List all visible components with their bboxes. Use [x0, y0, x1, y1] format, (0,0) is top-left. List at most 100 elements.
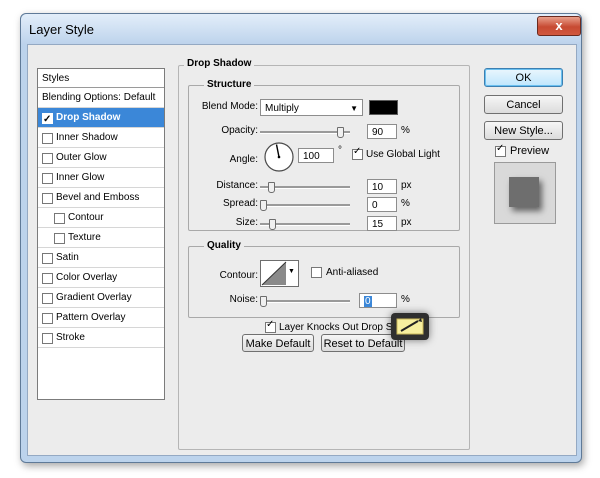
use-global-light-label[interactable]: Use Global Light — [366, 149, 440, 160]
dropdown-arrow-icon: ▼ — [350, 104, 358, 113]
size-label: Size: — [235, 217, 258, 228]
dialog-title: Layer Style — [29, 22, 95, 37]
styles-list-item[interactable]: Color Overlay — [38, 268, 164, 288]
blend-mode-value: Multiply — [265, 103, 299, 114]
styles-list-item-label: Satin — [56, 252, 79, 263]
distance-slider-thumb[interactable] — [268, 182, 275, 193]
noise-label: Noise: — [229, 294, 258, 305]
new-style-button[interactable]: New Style... — [484, 121, 563, 140]
ok-button[interactable]: OK — [484, 68, 563, 87]
noise-slider-track[interactable] — [260, 300, 350, 303]
angle-unit: ° — [338, 145, 342, 156]
quality-title: Quality — [204, 240, 244, 251]
styles-list-item-label: Outer Glow — [56, 152, 107, 163]
size-unit: px — [401, 217, 412, 228]
styles-list-item[interactable]: Satin — [38, 248, 164, 268]
drop-shadow-title: Drop Shadow — [184, 58, 255, 69]
opacity-unit: % — [401, 125, 410, 136]
styles-list: Styles Blending Options: Default Drop Sha… — [37, 68, 165, 400]
close-button[interactable]: x — [537, 16, 581, 36]
preview-square — [509, 177, 539, 207]
shadow-color-swatch[interactable] — [369, 100, 398, 115]
styles-list-item[interactable]: Blending Options: Default — [38, 88, 164, 108]
styles-list-item[interactable]: Outer Glow — [38, 148, 164, 168]
pencil-marker-icon — [391, 313, 429, 340]
style-preview-thumbnail — [494, 162, 556, 224]
styles-list-item-label: Texture — [68, 232, 101, 243]
styles-list-item[interactable]: Inner Shadow — [38, 128, 164, 148]
size-slider-thumb[interactable] — [269, 219, 276, 230]
close-icon: x — [555, 18, 563, 33]
style-checkbox[interactable] — [42, 133, 53, 144]
layer-knocks-out-checkbox[interactable] — [265, 319, 276, 333]
opacity-label: Opacity: — [221, 125, 258, 136]
spread-label: Spread: — [222, 198, 258, 209]
noise-unit: % — [401, 294, 410, 305]
noise-value: 0 — [364, 296, 372, 307]
styles-list-item[interactable]: Contour — [38, 208, 164, 228]
dialog-body: Styles Blending Options: Default Drop Sha… — [27, 44, 577, 456]
anti-aliased-label[interactable]: Anti-aliased — [326, 267, 378, 278]
style-checkbox[interactable] — [42, 253, 53, 264]
quality-group — [188, 246, 460, 318]
styles-list-item-label: Bevel and Emboss — [56, 192, 140, 203]
make-default-button[interactable]: Make Default — [242, 334, 314, 352]
style-checkbox[interactable] — [42, 153, 53, 164]
use-global-light-checkbox[interactable] — [352, 146, 363, 160]
styles-list-item-label: Stroke — [56, 332, 85, 343]
angle-dial[interactable] — [263, 141, 294, 172]
blend-mode-select[interactable]: Multiply ▼ — [260, 99, 363, 116]
style-checkbox[interactable] — [42, 193, 53, 204]
styles-list-item-label: Inner Glow — [56, 172, 105, 183]
spread-slider-track[interactable] — [260, 204, 350, 207]
styles-list-item[interactable]: Stroke — [38, 328, 164, 348]
dropdown-arrow-icon[interactable]: ▼ — [288, 268, 295, 275]
angle-field[interactable]: 100 — [298, 148, 334, 163]
style-checkbox[interactable] — [42, 273, 53, 284]
spread-field[interactable]: 0 — [367, 197, 397, 212]
style-checkbox[interactable] — [42, 293, 53, 304]
distance-field[interactable]: 10 — [367, 179, 397, 194]
distance-label: Distance: — [216, 180, 258, 191]
noise-field[interactable]: 0 — [359, 293, 397, 308]
styles-list-item[interactable]: Gradient Overlay — [38, 288, 164, 308]
styles-list-item[interactable]: Texture — [38, 228, 164, 248]
size-field[interactable]: 15 — [367, 216, 397, 231]
styles-list-item-label: Contour — [68, 212, 104, 223]
styles-list-item-label: Color Overlay — [56, 272, 118, 283]
styles-list-item-label: Blending Options: Default — [42, 92, 156, 103]
style-checkbox[interactable] — [54, 213, 65, 224]
styles-list-item-label: Gradient Overlay — [56, 292, 132, 303]
styles-header[interactable]: Styles — [38, 69, 164, 88]
contour-curve-icon — [261, 261, 287, 286]
styles-list-item-label: Drop Shadow — [56, 112, 121, 123]
contour-picker[interactable]: ▼ — [260, 260, 299, 287]
distance-unit: px — [401, 180, 412, 191]
opacity-slider-thumb[interactable] — [337, 127, 345, 138]
styles-list-item[interactable]: Inner Glow — [38, 168, 164, 188]
opacity-field[interactable]: 90 — [367, 124, 397, 139]
layer-knocks-out-label[interactable]: Layer Knocks Out Drop Shadow — [279, 322, 398, 333]
spread-unit: % — [401, 198, 410, 209]
styles-list-item[interactable]: Pattern Overlay — [38, 308, 164, 328]
angle-dial-icon — [264, 142, 294, 172]
styles-list-item[interactable]: Bevel and Emboss — [38, 188, 164, 208]
styles-list-item-label: Pattern Overlay — [56, 312, 126, 323]
style-checkbox[interactable] — [42, 110, 53, 130]
style-checkbox[interactable] — [42, 173, 53, 184]
preview-checkbox[interactable] — [495, 143, 506, 157]
style-checkbox[interactable] — [54, 233, 65, 244]
structure-title: Structure — [204, 79, 255, 90]
noise-slider-thumb[interactable] — [260, 296, 267, 307]
layer-style-dialog: Layer Style x Styles Blending Options: D… — [20, 13, 582, 463]
style-checkbox[interactable] — [42, 313, 53, 324]
title-bar[interactable]: Layer Style x — [21, 14, 581, 44]
preview-label[interactable]: Preview — [510, 145, 549, 157]
angle-label: Angle: — [229, 154, 258, 165]
spread-slider-thumb[interactable] — [260, 200, 267, 211]
cancel-button[interactable]: Cancel — [484, 95, 563, 114]
styles-list-item-label: Inner Shadow — [56, 132, 118, 143]
style-checkbox[interactable] — [42, 333, 53, 344]
styles-list-item[interactable]: Drop Shadow — [38, 108, 164, 130]
anti-aliased-checkbox[interactable] — [311, 267, 322, 278]
